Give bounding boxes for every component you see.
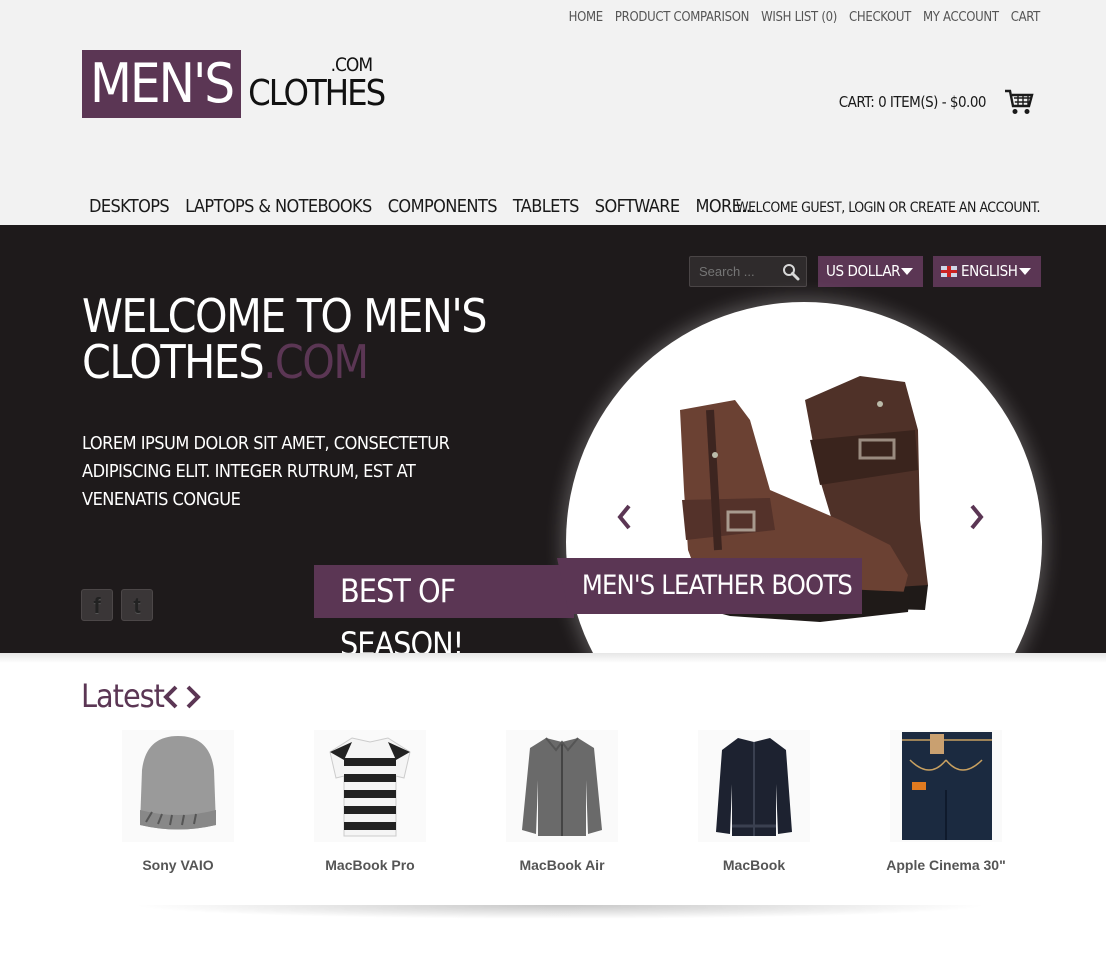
product-name[interactable]: Apple Cinema 30" bbox=[856, 857, 1036, 873]
product-name[interactable]: MacBook Air bbox=[472, 857, 652, 873]
currency-label: US DOLLAR bbox=[826, 262, 901, 280]
create-account-link[interactable]: CREATE AN ACCOUNT bbox=[910, 200, 1037, 216]
product-card[interactable]: Sony VAIO bbox=[88, 730, 268, 873]
uk-flag-icon bbox=[941, 266, 957, 277]
caret-down-icon bbox=[1019, 268, 1031, 275]
logo-box-text: MEN'S bbox=[82, 50, 242, 118]
welcome-suffix: . bbox=[1036, 200, 1041, 216]
grey-jacket-image bbox=[506, 730, 618, 842]
nav-tablets[interactable]: TABLETS bbox=[513, 196, 580, 217]
hero-title-line2: CLOTHES.COM bbox=[82, 339, 486, 385]
language-label: ENGLISH bbox=[961, 262, 1018, 280]
product-card[interactable]: MacBook bbox=[664, 730, 844, 873]
hero-slider: US DOLLAR ENGLISH WELCOME TO MEN'S CLOTH… bbox=[0, 225, 1106, 653]
slider-prev-arrow[interactable] bbox=[614, 500, 634, 534]
section-shadow-divider bbox=[130, 905, 990, 919]
striped-polo-image bbox=[314, 730, 426, 842]
top-links: HOME PRODUCT COMPARISON WISH LIST (0) CH… bbox=[569, 10, 1041, 25]
top-link-home[interactable]: HOME bbox=[569, 10, 604, 25]
hero-title-com: .COM bbox=[263, 335, 369, 389]
facebook-button[interactable]: f bbox=[81, 589, 113, 621]
product-card[interactable]: MacBook Air bbox=[472, 730, 652, 873]
product-card[interactable]: MacBook Pro bbox=[280, 730, 460, 873]
language-dropdown[interactable]: ENGLISH bbox=[933, 256, 1041, 287]
product-name[interactable]: MacBook Pro bbox=[280, 857, 460, 873]
nav-desktops[interactable]: DESKTOPS bbox=[89, 196, 170, 217]
hero-title-line1: WELCOME TO MEN'S bbox=[82, 289, 488, 343]
search-box bbox=[689, 256, 807, 287]
nav-components[interactable]: COMPONENTS bbox=[388, 196, 498, 217]
nav-laptops-notebooks[interactable]: LAPTOPS & NOTEBOOKS bbox=[185, 196, 372, 217]
main-nav: DESKTOPS LAPTOPS & NOTEBOOKS COMPONENTS … bbox=[89, 196, 756, 217]
login-link[interactable]: LOGIN bbox=[848, 200, 885, 216]
jeans-image bbox=[890, 730, 1002, 842]
shopping-cart-icon[interactable] bbox=[1004, 88, 1034, 116]
search-icon[interactable] bbox=[782, 263, 800, 281]
caret-down-icon bbox=[901, 268, 913, 275]
welcome-prefix: WELCOME GUEST, bbox=[736, 200, 849, 216]
welcome-message: WELCOME GUEST, LOGIN OR CREATE AN ACCOUN… bbox=[736, 200, 1040, 216]
top-link-checkout[interactable]: CHECKOUT bbox=[849, 10, 911, 25]
hero-title-clothes: CLOTHES bbox=[82, 335, 265, 389]
nav-software[interactable]: SOFTWARE bbox=[595, 196, 680, 217]
site-logo[interactable]: MEN'S .COM CLOTHES bbox=[82, 50, 386, 118]
product-name[interactable]: Sony VAIO bbox=[88, 857, 268, 873]
cart-summary[interactable]: CART: 0 ITEM(S) - $0.00 bbox=[839, 93, 987, 111]
beanie-image bbox=[122, 730, 234, 842]
hero-description: LOREM IPSUM DOLOR SIT AMET, CONSECTETUR … bbox=[82, 433, 450, 510]
twitter-icon: t bbox=[133, 593, 141, 618]
top-link-cart[interactable]: CART bbox=[1011, 10, 1041, 25]
site-header: HOME PRODUCT COMPARISON WISH LIST (0) CH… bbox=[0, 0, 1106, 225]
logo-clothes: CLOTHES bbox=[248, 73, 386, 114]
top-link-my-account[interactable]: MY ACCOUNT bbox=[923, 10, 999, 25]
currency-dropdown[interactable]: US DOLLAR bbox=[818, 256, 923, 287]
top-link-product-comparison[interactable]: PRODUCT COMPARISON bbox=[615, 10, 750, 25]
black-jacket-image bbox=[698, 730, 810, 842]
latest-prev-icon[interactable] bbox=[162, 684, 180, 710]
search-input[interactable] bbox=[690, 257, 770, 286]
banner-mens-leather-boots[interactable]: MEN'S LEATHER BOOTS bbox=[557, 558, 862, 614]
top-link-wish-list[interactable]: WISH LIST (0) bbox=[761, 10, 837, 25]
welcome-or: OR bbox=[885, 200, 910, 216]
twitter-button[interactable]: t bbox=[121, 589, 153, 621]
facebook-icon: f bbox=[93, 593, 101, 618]
product-name[interactable]: MacBook bbox=[664, 857, 844, 873]
hero-title: WELCOME TO MEN'S CLOTHES.COM bbox=[82, 289, 488, 385]
product-card[interactable]: Apple Cinema 30" bbox=[856, 730, 1036, 873]
slider-next-arrow[interactable] bbox=[967, 500, 987, 534]
latest-heading: Latest bbox=[81, 677, 165, 715]
logo-wordmark: .COM CLOTHES bbox=[248, 50, 386, 118]
latest-next-icon[interactable] bbox=[184, 684, 202, 710]
banner-best-of-season: BEST OF SEASON! bbox=[314, 565, 574, 653]
hero-divider bbox=[0, 653, 1106, 663]
